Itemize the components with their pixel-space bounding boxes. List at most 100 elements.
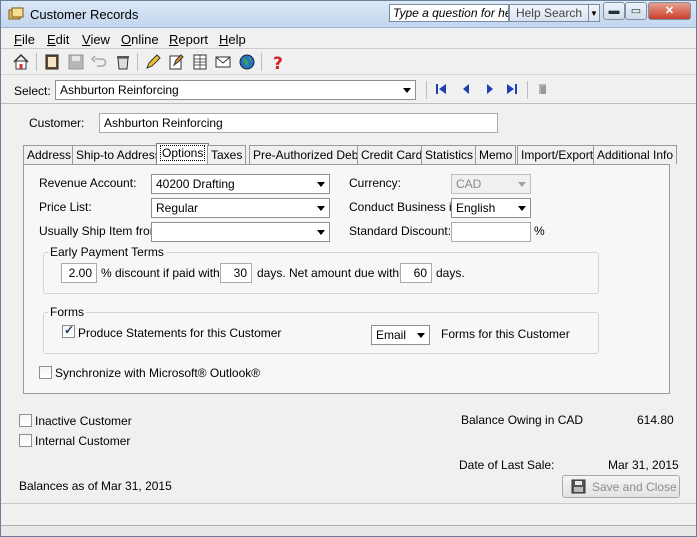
window-title: Customer Records	[30, 7, 139, 22]
net-amount-text: days. Net amount due within	[257, 266, 409, 280]
produce-statements-label[interactable]: Produce Statements for this Customer	[78, 326, 281, 340]
customer-select-dropdown[interactable]: Ashburton Reinforcing	[55, 80, 416, 100]
envelope-icon[interactable]	[214, 53, 232, 71]
save-and-close-label: Save and Close	[592, 480, 677, 494]
menu-help[interactable]: Help	[219, 32, 246, 47]
last-sale-value: Mar 31, 2015	[608, 458, 679, 472]
last-record-icon[interactable]	[505, 82, 519, 96]
forms-legend: Forms	[48, 305, 86, 319]
chevron-down-icon	[317, 206, 325, 211]
tab-address[interactable]: Address	[23, 145, 76, 164]
customer-name-field[interactable]: Ashburton Reinforcing	[99, 113, 498, 133]
discount-days-field[interactable]: 30	[220, 263, 252, 283]
svg-text:?: ?	[273, 54, 283, 71]
price-list-value: Regular	[156, 201, 199, 215]
chevron-down-icon	[317, 182, 325, 187]
select-label: Select:	[14, 84, 51, 98]
customer-label: Customer:	[29, 116, 85, 130]
inactive-customer-label[interactable]: Inactive Customer	[35, 414, 132, 428]
currency-dropdown[interactable]: CAD	[451, 174, 531, 194]
price-list-label: Price List:	[39, 200, 92, 214]
tab-statistics[interactable]: Statistics	[421, 145, 478, 164]
lookup-icon[interactable]	[536, 82, 550, 96]
menu-view[interactable]: View	[82, 32, 110, 47]
forms-delivery-value: Email	[376, 328, 407, 342]
edit-document-icon[interactable]	[167, 53, 185, 71]
balance-owing-label: Balance Owing in CAD	[461, 413, 584, 427]
percent-sign: %	[534, 224, 545, 238]
spreadsheet-icon[interactable]	[191, 53, 209, 71]
forms-delivery-dropdown[interactable]: Email	[371, 325, 430, 345]
tab-pre-authorized-debit[interactable]: Pre-Authorized Debit	[249, 145, 369, 164]
ship-item-dropdown[interactable]	[151, 222, 330, 242]
pencil-icon[interactable]	[144, 53, 162, 71]
tab-import-export[interactable]: Import/Export	[517, 145, 598, 164]
help-search-button[interactable]: Help Search	[509, 4, 589, 22]
tab-options-label: Options	[160, 145, 206, 161]
maximize-button[interactable]: ▭	[625, 2, 647, 20]
menu-edit[interactable]: Edit	[47, 32, 69, 47]
chevron-down-icon	[417, 333, 425, 338]
help-search-dropdown-button[interactable]: ▼	[588, 4, 600, 22]
price-list-dropdown[interactable]: Regular	[151, 198, 330, 218]
sync-outlook-label[interactable]: Synchronize with Microsoft® Outlook®	[55, 366, 260, 380]
revenue-account-label: Revenue Account:	[39, 176, 137, 190]
forms-for-customer-label: Forms for this Customer	[441, 327, 570, 341]
undo-icon[interactable]	[90, 53, 108, 71]
tab-credit-card[interactable]: Credit Card	[357, 145, 427, 164]
forms-group: Forms Produce Statements for this Custom…	[43, 305, 599, 354]
home-icon[interactable]	[12, 53, 30, 71]
previous-record-icon[interactable]	[459, 82, 473, 96]
inactive-customer-checkbox[interactable]	[19, 414, 32, 427]
net-days-field[interactable]: 60	[400, 263, 432, 283]
first-record-icon[interactable]	[434, 82, 448, 96]
address-book-icon[interactable]	[43, 53, 61, 71]
conduct-business-dropdown[interactable]: English	[451, 198, 531, 218]
chevron-down-icon	[518, 182, 526, 187]
currency-value: CAD	[456, 177, 482, 191]
app-icon	[8, 7, 24, 20]
toolbar: ?	[1, 50, 696, 75]
customer-records-window: Customer Records Type a question for hel…	[0, 0, 697, 537]
menu-bar: File Edit View Online Report Help	[1, 29, 696, 49]
status-bar-lower	[1, 525, 696, 536]
globe-icon[interactable]	[238, 53, 256, 71]
minimize-button[interactable]: ▬	[603, 2, 625, 20]
balances-as-of-text: Balances as of Mar 31, 2015	[19, 479, 172, 493]
recycle-bin-icon[interactable]	[114, 53, 132, 71]
next-record-icon[interactable]	[483, 82, 497, 96]
tab-taxes[interactable]: Taxes	[207, 145, 247, 164]
revenue-account-dropdown[interactable]: 40200 Drafting	[151, 174, 330, 194]
options-panel: Revenue Account: 40200 Drafting Currency…	[23, 164, 670, 394]
tab-ship-to-address[interactable]: Ship-to Address	[72, 145, 165, 164]
produce-statements-checkbox[interactable]	[62, 323, 75, 338]
discount-percent-field[interactable]: 2.00	[61, 263, 97, 283]
early-payment-group: Early Payment Terms 2.00 % discount if p…	[43, 245, 599, 294]
discount-text: % discount if paid within	[101, 266, 230, 280]
save-icon[interactable]	[67, 53, 85, 71]
standard-discount-field[interactable]	[451, 222, 531, 242]
balance-owing-value: 614.80	[637, 413, 674, 427]
menu-report[interactable]: Report	[169, 32, 208, 47]
internal-customer-label[interactable]: Internal Customer	[35, 434, 130, 448]
days-label: days.	[436, 266, 465, 280]
conduct-business-label: Conduct Business in:	[349, 200, 462, 214]
title-bar: Customer Records Type a question for hel…	[1, 1, 696, 28]
sync-outlook-checkbox[interactable]	[39, 366, 52, 379]
help-question-input[interactable]: Type a question for help	[389, 4, 509, 22]
menu-file[interactable]: File	[14, 32, 35, 47]
conduct-business-value: English	[456, 201, 496, 215]
save-and-close-button[interactable]: Save and Close	[562, 475, 680, 498]
close-button[interactable]: ✕	[648, 2, 691, 20]
tab-memo[interactable]: Memo	[475, 145, 517, 164]
currency-label: Currency:	[349, 176, 402, 190]
tab-additional-info[interactable]: Additional Info	[593, 145, 678, 164]
last-sale-label: Date of Last Sale:	[459, 458, 555, 472]
tab-options[interactable]: Options	[156, 143, 210, 165]
help-question-icon[interactable]: ?	[269, 53, 287, 71]
chevron-down-icon	[403, 88, 411, 93]
save-icon	[571, 479, 586, 494]
revenue-account-value: 40200 Drafting	[156, 177, 235, 191]
menu-online[interactable]: Online	[121, 32, 159, 47]
internal-customer-checkbox[interactable]	[19, 434, 32, 447]
